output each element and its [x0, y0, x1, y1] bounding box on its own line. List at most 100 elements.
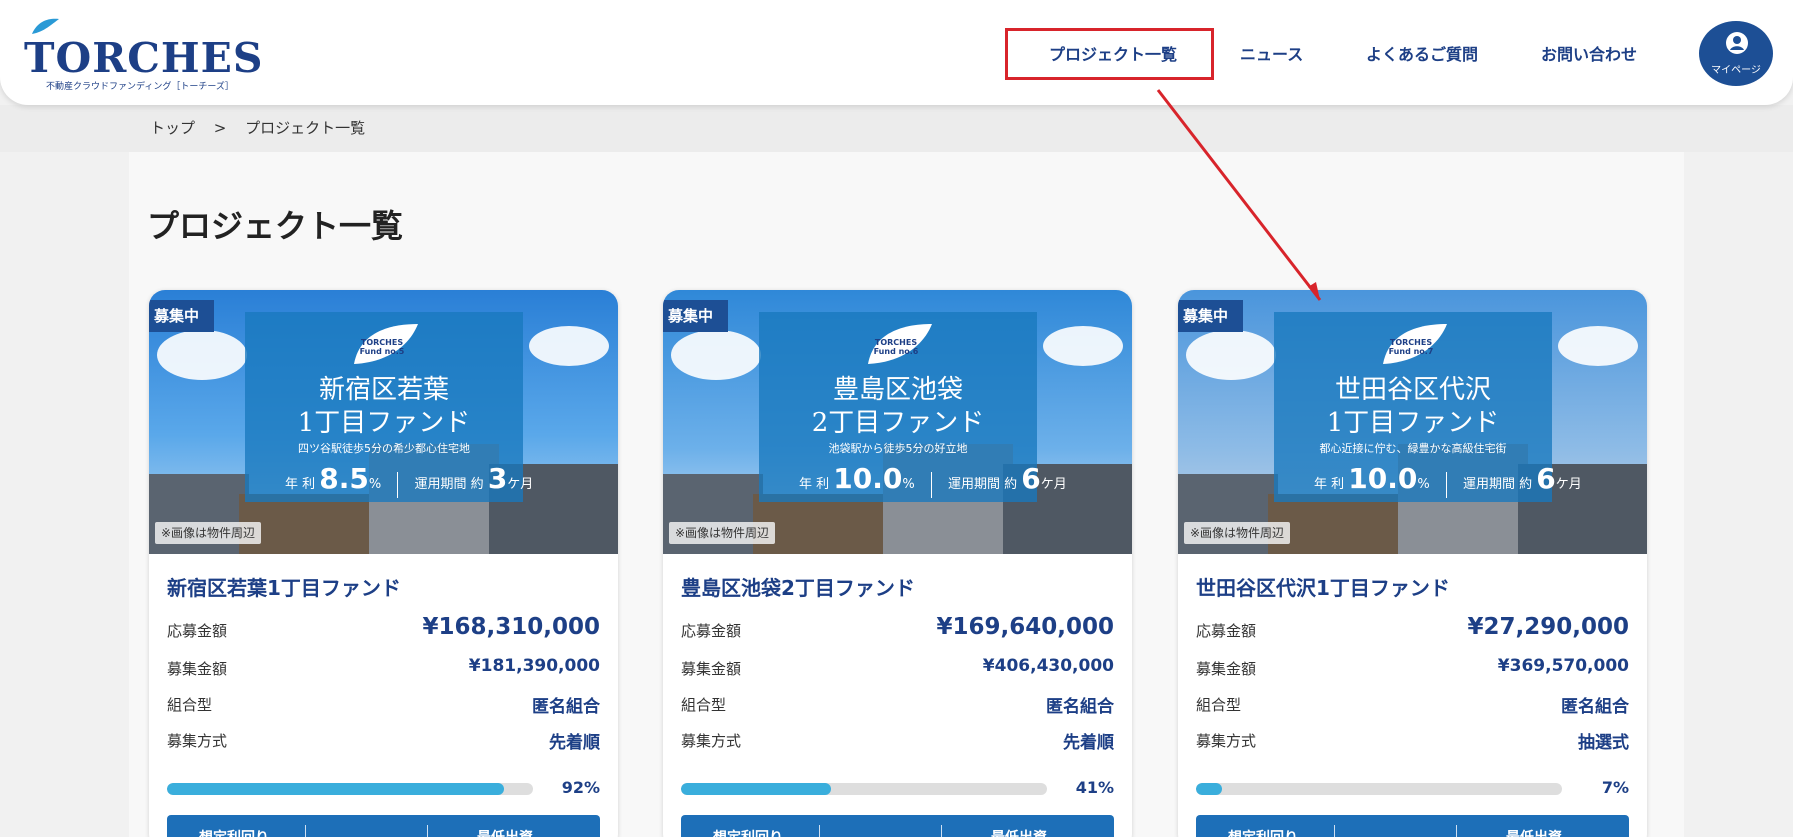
- rate-unit: %: [1417, 477, 1430, 492]
- method-row: 募集方式 先着順: [681, 726, 1114, 753]
- progress-bar: [167, 783, 533, 795]
- overlay-title-line2: 1丁目ファンド: [297, 408, 471, 438]
- overlay-stats: 年 利 10.0% 運用期間 約 6ケ月: [1314, 462, 1582, 498]
- breadcrumb-home[interactable]: トップ: [150, 119, 195, 137]
- target-value: ¥369,570,000: [1497, 656, 1629, 676]
- footer-yield-label: 想定利回り: [1228, 827, 1298, 837]
- fund-card[interactable]: TORCHES Fund no.6 豊島区池袋 2丁目ファンド 池袋駅から徒歩5…: [663, 290, 1132, 837]
- applied-label: 応募金額: [1196, 622, 1257, 640]
- overlay-title-line1: 新宿区若葉: [318, 375, 449, 405]
- rate-value: 10.0: [1348, 462, 1418, 495]
- target-label: 募集金額: [681, 660, 742, 678]
- overlay-title-line2: 2丁目ファンド: [811, 408, 985, 438]
- footer-min-label: 最低出資: [1506, 827, 1562, 837]
- rate-label: 年 利: [285, 477, 316, 492]
- period-unit: ケ月: [1040, 477, 1067, 492]
- overlay-description: 四ツ谷駅徒歩5分の希少都心住宅地: [298, 442, 470, 455]
- breadcrumb-separator: >: [213, 119, 227, 137]
- target-value: ¥181,390,000: [468, 656, 600, 676]
- overlay-title: 新宿区若葉 1丁目ファンド: [245, 374, 523, 440]
- fund-badge-text: TORCHES Fund no.6: [873, 338, 919, 356]
- fund-number-badge: TORCHES Fund no.7: [1379, 322, 1449, 366]
- cloud-shape: [529, 326, 609, 366]
- fund-image[interactable]: TORCHES Fund no.7 世田谷区代沢 1丁目ファンド 都心近接に佇む…: [1178, 290, 1647, 554]
- method-row: 募集方式 先着順: [167, 726, 600, 753]
- fund-overlay: TORCHES Fund no.6 豊島区池袋 2丁目ファンド 池袋駅から徒歩5…: [759, 312, 1067, 502]
- nav-projects[interactable]: プロジェクト一覧: [1049, 41, 1177, 65]
- fund-card[interactable]: TORCHES Fund no.7 世田谷区代沢 1丁目ファンド 都心近接に佇む…: [1178, 290, 1647, 837]
- period-value: 3: [487, 462, 508, 495]
- method-value: 先着順: [549, 733, 600, 753]
- type-row: 組合型 匿名組合: [167, 690, 600, 717]
- type-value: 匿名組合: [1046, 697, 1114, 717]
- overlay-title: 豊島区池袋 2丁目ファンド: [759, 374, 1037, 440]
- site-header: TORCHES 不動産クラウドファンディング［トーチーズ］ プロジェクト一覧 ニ…: [0, 0, 1793, 105]
- image-note: ※画像は物件周辺: [1184, 522, 1291, 544]
- fund-image[interactable]: TORCHES Fund no.5 新宿区若葉 1丁目ファンド 四ツ谷駅徒歩5分…: [149, 290, 618, 554]
- applied-row: 応募金額 ¥168,310,000: [167, 614, 600, 640]
- nav-faq[interactable]: よくあるご質問: [1366, 41, 1478, 65]
- user-icon: [1726, 32, 1748, 54]
- overlay-description: 都心近接に佇む、緑豊かな高級住宅街: [1319, 442, 1507, 455]
- nav-contact[interactable]: お問い合わせ: [1541, 41, 1637, 65]
- target-row: 募集金額 ¥181,390,000: [167, 654, 600, 678]
- type-label: 組合型: [681, 696, 727, 714]
- stats-divider: [1445, 471, 1447, 498]
- type-row: 組合型 匿名組合: [1196, 690, 1629, 717]
- nav-news[interactable]: ニュース: [1240, 41, 1303, 65]
- rate-value: 8.5: [319, 462, 369, 495]
- fund-card[interactable]: TORCHES Fund no.5 新宿区若葉 1丁目ファンド 四ツ谷駅徒歩5分…: [149, 290, 618, 837]
- progress-bar: [1196, 783, 1562, 795]
- progress-percent: 41%: [1075, 778, 1114, 797]
- rate-label: 年 利: [799, 477, 830, 492]
- status-badge: 募集中: [149, 300, 214, 332]
- mypage-button[interactable]: マイページ: [1699, 21, 1773, 86]
- progress-fill: [1196, 783, 1222, 795]
- applied-label: 応募金額: [681, 622, 742, 640]
- method-label: 募集方式: [681, 732, 742, 750]
- target-row: 募集金額 ¥369,570,000: [1196, 654, 1629, 678]
- status-badge: 募集中: [1178, 300, 1243, 332]
- footer-yield-label: 想定利回り: [199, 827, 269, 837]
- type-row: 組合型 匿名組合: [681, 690, 1114, 717]
- applied-value: ¥168,310,000: [422, 614, 600, 640]
- method-value: 先着順: [1063, 733, 1114, 753]
- target-label: 募集金額: [167, 660, 228, 678]
- applied-label: 応募金額: [167, 622, 228, 640]
- progress-percent: 7%: [1601, 778, 1629, 797]
- overlay-stats: 年 利 10.0% 運用期間 約 6ケ月: [799, 462, 1067, 498]
- fund-badge-text: TORCHES Fund no.5: [359, 338, 405, 356]
- mypage-label: マイページ: [1711, 65, 1761, 76]
- card-footer: 想定利回り 最低出資: [1196, 815, 1629, 837]
- fund-number-badge: TORCHES Fund no.5: [350, 322, 420, 366]
- overlay-title: 世田谷区代沢 1丁目ファンド: [1274, 374, 1552, 440]
- type-value: 匿名組合: [1561, 697, 1629, 717]
- target-label: 募集金額: [1196, 660, 1257, 678]
- page-title: プロジェクト一覧: [147, 207, 404, 245]
- progress-percent: 92%: [561, 778, 600, 797]
- fund-name[interactable]: 世田谷区代沢1丁目ファンド: [1196, 572, 1450, 601]
- footer-divider: [819, 825, 820, 837]
- stats-divider: [397, 471, 399, 498]
- applied-value: ¥169,640,000: [936, 614, 1114, 640]
- card-footer: 想定利回り 最低出資: [681, 815, 1114, 837]
- rate-unit: %: [902, 477, 915, 492]
- method-value: 抽選式: [1578, 733, 1629, 753]
- fund-name[interactable]: 豊島区池袋2丁目ファンド: [681, 572, 915, 601]
- target-row: 募集金額 ¥406,430,000: [681, 654, 1114, 678]
- period-label: 運用期間 約: [948, 477, 1018, 492]
- torches-logo[interactable]: TORCHES 不動産クラウドファンディング［トーチーズ］: [24, 18, 263, 93]
- breadcrumb: トップ > プロジェクト一覧: [150, 117, 379, 138]
- fund-name[interactable]: 新宿区若葉1丁目ファンド: [167, 572, 401, 601]
- fund-image[interactable]: TORCHES Fund no.6 豊島区池袋 2丁目ファンド 池袋駅から徒歩5…: [663, 290, 1132, 554]
- overlay-title-line2: 1丁目ファンド: [1326, 408, 1500, 438]
- fund-number-badge: TORCHES Fund no.6: [864, 322, 934, 366]
- period-value: 6: [1536, 462, 1556, 495]
- method-row: 募集方式 抽選式: [1196, 726, 1629, 753]
- progress-fill: [681, 783, 832, 795]
- progress-fill: [167, 783, 504, 795]
- cloud-shape: [671, 330, 761, 380]
- type-label: 組合型: [167, 696, 213, 714]
- method-label: 募集方式: [1196, 732, 1257, 750]
- rate-unit: %: [368, 477, 382, 492]
